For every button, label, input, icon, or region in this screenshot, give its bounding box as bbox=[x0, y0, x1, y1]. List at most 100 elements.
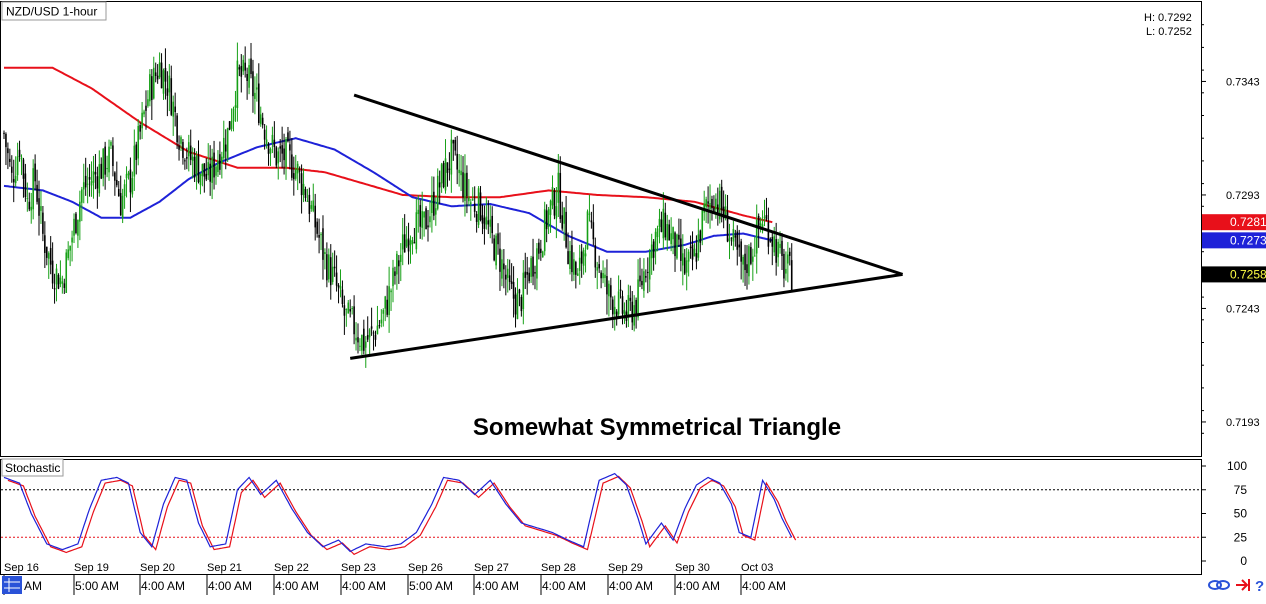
candle-body bbox=[318, 235, 320, 238]
candle-body bbox=[119, 193, 122, 216]
candle-body bbox=[49, 248, 52, 265]
help-icon[interactable]: ? bbox=[1255, 578, 1264, 595]
price-tag: 0.7273 bbox=[1202, 232, 1266, 249]
candle-body bbox=[388, 286, 390, 315]
candle-body bbox=[781, 240, 783, 257]
candle-body bbox=[576, 273, 579, 276]
candle-body bbox=[7, 148, 9, 154]
candle-body bbox=[656, 228, 659, 238]
candle-body bbox=[254, 92, 256, 99]
candle-body bbox=[685, 260, 688, 273]
candle-body bbox=[541, 251, 544, 258]
candle-body bbox=[170, 78, 173, 115]
candle-body bbox=[532, 256, 534, 277]
candle-body bbox=[166, 88, 169, 96]
candle-body bbox=[310, 205, 313, 209]
candle-body bbox=[117, 188, 120, 197]
candle-body bbox=[160, 62, 163, 89]
candle-body bbox=[672, 227, 674, 240]
candle-body bbox=[363, 328, 365, 351]
candle-body bbox=[522, 272, 525, 310]
candle-body bbox=[466, 172, 468, 197]
candle-body bbox=[30, 206, 33, 211]
candle-body bbox=[333, 266, 336, 269]
candle-body bbox=[557, 172, 560, 203]
chart-window: 0.7343 0.7293 0.7243 0.7193 0.7281 0.7273 0.72… bbox=[0, 0, 1266, 599]
candle-body bbox=[47, 253, 50, 259]
candle-body bbox=[617, 291, 620, 315]
candle-body bbox=[598, 264, 600, 269]
candle-body bbox=[503, 263, 505, 270]
candle-body bbox=[349, 309, 352, 312]
candle-body bbox=[335, 272, 338, 286]
candle-body bbox=[361, 334, 363, 351]
candle-body bbox=[147, 99, 149, 106]
candle-body bbox=[499, 248, 501, 272]
candle-body bbox=[468, 197, 470, 202]
candle-body bbox=[370, 326, 373, 329]
candle-body bbox=[565, 211, 567, 248]
stoch-tick-label: 25 bbox=[1234, 530, 1248, 544]
candle-body bbox=[250, 58, 252, 75]
candle-body bbox=[88, 177, 91, 180]
candle-body bbox=[287, 132, 289, 142]
stoch-tick-label: 100 bbox=[1227, 459, 1247, 473]
time-label-hour: 4:00 AM bbox=[676, 579, 720, 593]
candle-body bbox=[748, 246, 750, 277]
candle-body bbox=[81, 189, 83, 203]
candle-body bbox=[341, 289, 344, 305]
time-label-hour: 4:00 AM bbox=[609, 579, 653, 593]
candle-body bbox=[578, 257, 581, 271]
candle-body bbox=[538, 242, 540, 254]
candle-body bbox=[12, 178, 15, 183]
candle-body bbox=[553, 191, 556, 216]
candle-body bbox=[763, 216, 766, 218]
candle-body bbox=[143, 111, 145, 115]
candle-body bbox=[695, 253, 698, 262]
candle-body bbox=[664, 212, 667, 238]
time-label-hour: 4:00 AM bbox=[141, 579, 185, 593]
candle-body bbox=[98, 164, 101, 194]
candle-body bbox=[366, 335, 369, 340]
candle-body bbox=[551, 187, 554, 206]
candle-body bbox=[65, 252, 68, 293]
candle-body bbox=[351, 307, 353, 309]
grid-icon[interactable] bbox=[2, 576, 22, 594]
candle-body bbox=[156, 75, 159, 80]
candle-body bbox=[571, 245, 573, 273]
time-label-date: Sep 22 bbox=[274, 562, 309, 574]
candle-body bbox=[516, 292, 519, 319]
candle-body bbox=[217, 160, 219, 173]
candle-body bbox=[415, 212, 418, 250]
candle-body bbox=[563, 207, 565, 224]
candle-body bbox=[345, 309, 348, 311]
candle-body bbox=[559, 172, 562, 219]
candle-body bbox=[257, 83, 260, 124]
candle-body bbox=[263, 129, 266, 140]
candle-body bbox=[112, 145, 114, 166]
candle-body bbox=[135, 144, 138, 160]
candle bbox=[57, 273, 60, 290]
candle-body bbox=[386, 299, 388, 315]
candle-body bbox=[293, 173, 295, 180]
candle-body bbox=[92, 171, 95, 183]
candle-body bbox=[777, 241, 779, 258]
candle-body bbox=[180, 137, 182, 144]
price-tick-label: 0.7343 bbox=[1226, 76, 1260, 88]
candle-body bbox=[203, 163, 206, 177]
candle-body bbox=[790, 260, 793, 292]
candle-body bbox=[438, 182, 441, 188]
candle-body bbox=[61, 281, 64, 284]
candle-body bbox=[329, 257, 332, 286]
candle-body bbox=[687, 251, 690, 262]
time-label-hour: AM bbox=[24, 579, 42, 593]
candle-body bbox=[5, 133, 7, 148]
candle-body bbox=[77, 219, 79, 236]
candle-body bbox=[666, 224, 669, 241]
candle-body bbox=[738, 244, 741, 248]
candle-body bbox=[199, 173, 202, 186]
candle-body bbox=[423, 211, 425, 218]
chart-canvas: 0.7343 0.7293 0.7243 0.7193 0.7281 0.7273 0.72… bbox=[0, 0, 1266, 599]
candle-body bbox=[326, 254, 328, 281]
candle-body bbox=[586, 211, 589, 250]
